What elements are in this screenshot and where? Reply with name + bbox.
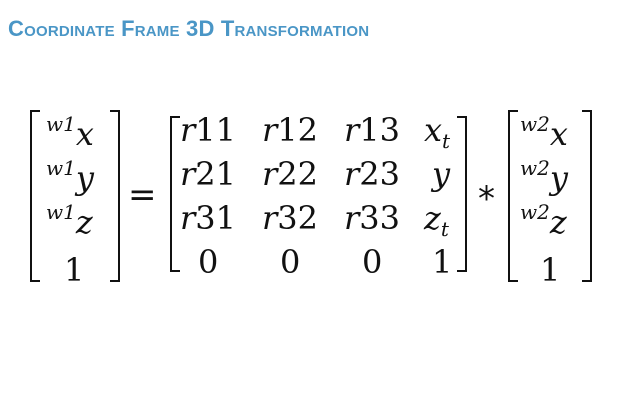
- matrix-entry: zt: [424, 199, 449, 241]
- transformation-equation: = * w1x w1y w1z 1 w2x w2y w2z 1 r11 r12 r13 xt r21 r2…: [0, 0, 635, 401]
- matrix-entry: r32: [262, 199, 319, 237]
- rhs-vector-entry: w2x: [520, 112, 568, 153]
- matrix-entry: 0: [198, 243, 219, 281]
- lhs-left-bracket: [30, 110, 40, 282]
- matrix-entry: 0: [362, 243, 383, 281]
- matrix-entry: r23: [344, 155, 401, 193]
- matrix-entry: xt: [424, 111, 451, 153]
- lhs-vector-entry: w1y: [46, 156, 94, 197]
- matrix-left-bracket: [170, 116, 180, 272]
- rhs-right-bracket: [582, 110, 592, 282]
- multiply-sign: *: [478, 179, 495, 219]
- rhs-left-bracket: [508, 110, 518, 282]
- matrix-entry: r11: [180, 111, 237, 149]
- matrix-entry: 1: [432, 243, 453, 281]
- matrix-entry: 0: [280, 243, 301, 281]
- matrix-entry: r12: [262, 111, 319, 149]
- lhs-vector-entry: w1x: [46, 112, 94, 153]
- lhs-vector-entry: 1: [64, 251, 85, 289]
- matrix-entry: r33: [344, 199, 401, 237]
- lhs-vector-entry: w1z: [46, 200, 93, 241]
- rhs-vector-entry: 1: [540, 251, 561, 289]
- matrix-right-bracket: [457, 116, 467, 272]
- matrix-entry: r13: [344, 111, 401, 149]
- equals-sign: =: [128, 175, 157, 215]
- matrix-entry: r21: [180, 155, 237, 193]
- lhs-right-bracket: [110, 110, 120, 282]
- rhs-vector-entry: w2y: [520, 156, 568, 197]
- matrix-entry: r31: [180, 199, 237, 237]
- rhs-vector-entry: w2z: [520, 200, 567, 241]
- matrix-entry: y: [432, 155, 451, 193]
- matrix-entry: r22: [262, 155, 319, 193]
